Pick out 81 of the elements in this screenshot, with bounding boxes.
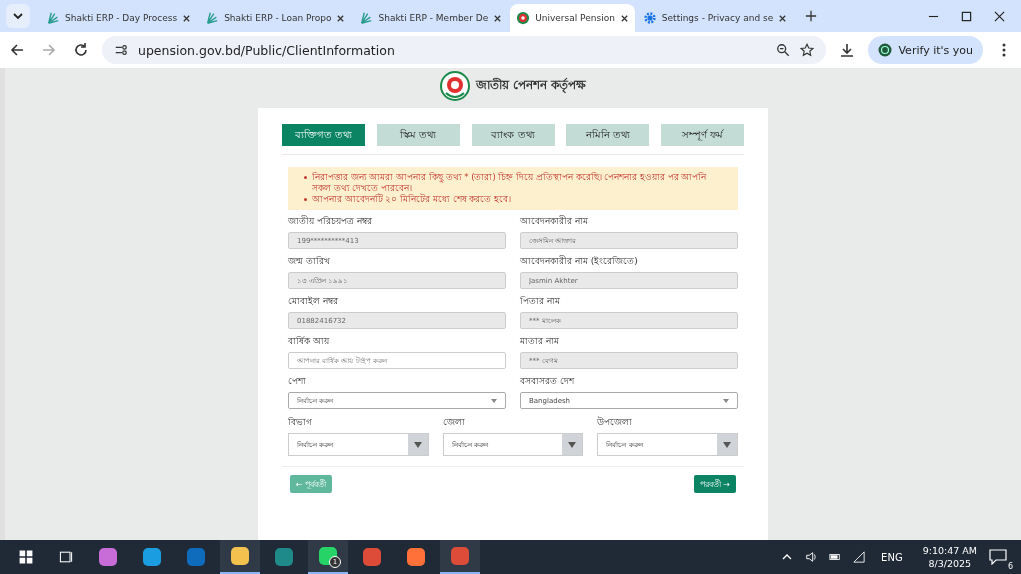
- tab-title: Shakti ERP - Day Process: [65, 13, 178, 23]
- caret-icon: [568, 441, 577, 448]
- field-label: মোবাইল নম্বর: [288, 295, 339, 308]
- chevron-down-icon: [12, 10, 24, 22]
- step-tab[interactable]: স্কিম তথ্য: [376, 124, 460, 146]
- fan-logo-icon: [46, 11, 60, 25]
- app-icon: [319, 547, 337, 565]
- app-icon: [99, 548, 117, 566]
- app-icon: [231, 547, 249, 565]
- browser-tab[interactable]: Shakti ERP - Member De: [353, 4, 509, 32]
- close-icon[interactable]: [778, 13, 788, 23]
- site-settings-icon[interactable]: [114, 43, 128, 57]
- close-icon[interactable]: [493, 13, 503, 23]
- star-icon[interactable]: [800, 43, 815, 57]
- step-tab[interactable]: ব্যাংক তথ্য: [471, 124, 555, 146]
- zoom-icon[interactable]: [776, 43, 791, 57]
- new-tab-icon[interactable]: [805, 10, 818, 22]
- maximize-icon[interactable]: [961, 10, 972, 22]
- caret-icon: [723, 398, 729, 403]
- field-label: আবেদনকারীর নাম (ইংরেজিতে): [520, 254, 639, 268]
- field-label: পেশা: [288, 375, 307, 388]
- notice-text: আপনার আবেদনটি ২০ মিনিটের মধ্যে শেষ করতে হবে।: [312, 194, 511, 205]
- browser-tab[interactable]: Shakti ERP - Loan Propo: [199, 4, 352, 32]
- tab-title: Shakti ERP - Member De: [378, 13, 489, 23]
- browser-tab[interactable]: Universal Pension: [510, 4, 635, 32]
- profile-button[interactable]: Verify it's you: [868, 36, 983, 64]
- caret-icon: [413, 441, 422, 448]
- fan-logo-icon: [205, 11, 220, 25]
- emblem-logo-icon: [439, 71, 470, 101]
- avatar-icon: [878, 43, 893, 57]
- gear-icon: [642, 11, 657, 25]
- field-label: বার্ষিক আয়: [288, 335, 331, 348]
- field-label: বিভাগ: [288, 416, 313, 429]
- close-icon[interactable]: [182, 13, 192, 23]
- field-label: উপজেলা: [597, 415, 634, 429]
- app-icon: [143, 548, 161, 566]
- app-icon: [451, 547, 469, 565]
- url-text: upension.gov.bd/Public/ClientInformation: [138, 42, 395, 58]
- bullet-icon: [304, 176, 307, 179]
- dropdown-toggle[interactable]: [562, 434, 583, 455]
- app-icon: [187, 548, 205, 566]
- tab-search-button[interactable]: [6, 4, 30, 28]
- tab-title: Universal Pension: [535, 13, 615, 23]
- step-tab[interactable]: ব্যক্তিগত তথ্য: [282, 124, 365, 146]
- organization-name: জাতীয় পেনশন কর্তৃপক্ষ: [475, 76, 587, 95]
- fan-logo-icon: [359, 11, 374, 25]
- taskbar-app[interactable]: [440, 540, 480, 574]
- next-button[interactable]: পরবর্তী →: [693, 475, 736, 493]
- field-label: মাতার নাম: [520, 335, 560, 348]
- notification-count: 6: [1005, 562, 1015, 571]
- tab-title: Shakti ERP - Loan Propo: [224, 13, 332, 23]
- close-icon[interactable]: [336, 13, 346, 23]
- field-label: জন্ম তারিখ: [288, 255, 331, 268]
- language-indicator[interactable]: ENG: [881, 551, 903, 563]
- app-icon: [275, 548, 293, 566]
- field-label: জেলা: [442, 416, 466, 429]
- app-icon: [363, 548, 381, 566]
- emblem-icon: [516, 11, 531, 25]
- taskbar-app[interactable]: [220, 540, 260, 574]
- field-label: জাতীয় পরিচয়পত্র নম্বর: [288, 214, 373, 228]
- address-bar[interactable]: upension.gov.bd/Public/ClientInformation: [102, 36, 827, 64]
- notification-icon[interactable]: [989, 549, 1007, 565]
- close-icon[interactable]: [619, 13, 629, 23]
- bullet-icon: [304, 198, 307, 201]
- step-tab[interactable]: সম্পূর্ণ ফর্ম: [661, 124, 744, 146]
- caret-icon: [723, 441, 731, 448]
- caret-icon: [491, 398, 497, 403]
- notice-text: নিরাপত্তার জন্য আমরা আপনার কিছু তথ্য * (তারা) চিহ্ন দিয়ে প্রতিস্থাপন করেছি। পেনশনার হওয়ার পর আপনি সকল তথ্য দেখতে পারবেন।: [312, 172, 708, 193]
- tab-title: Settings - Privacy and se: [661, 13, 774, 23]
- dropdown-toggle[interactable]: [407, 434, 428, 455]
- step-tab[interactable]: নমিনি তথ্য: [566, 124, 650, 146]
- dropdown-toggle[interactable]: [717, 434, 737, 455]
- app-icon: [407, 548, 425, 566]
- clock-time[interactable]: 9:10:47 AM: [922, 544, 977, 557]
- field-label: আবেদনকারীর নাম: [520, 214, 589, 228]
- close-icon[interactable]: [994, 10, 1005, 22]
- browser-tab[interactable]: Shakti ERP - Day Process: [40, 4, 198, 32]
- field-label: বসবাসরত দেশ: [520, 375, 576, 388]
- clock-date[interactable]: 8/3/2025: [928, 557, 972, 570]
- field-label: পিতার নাম: [520, 295, 561, 308]
- browser-tab[interactable]: Settings - Privacy and se: [636, 4, 794, 32]
